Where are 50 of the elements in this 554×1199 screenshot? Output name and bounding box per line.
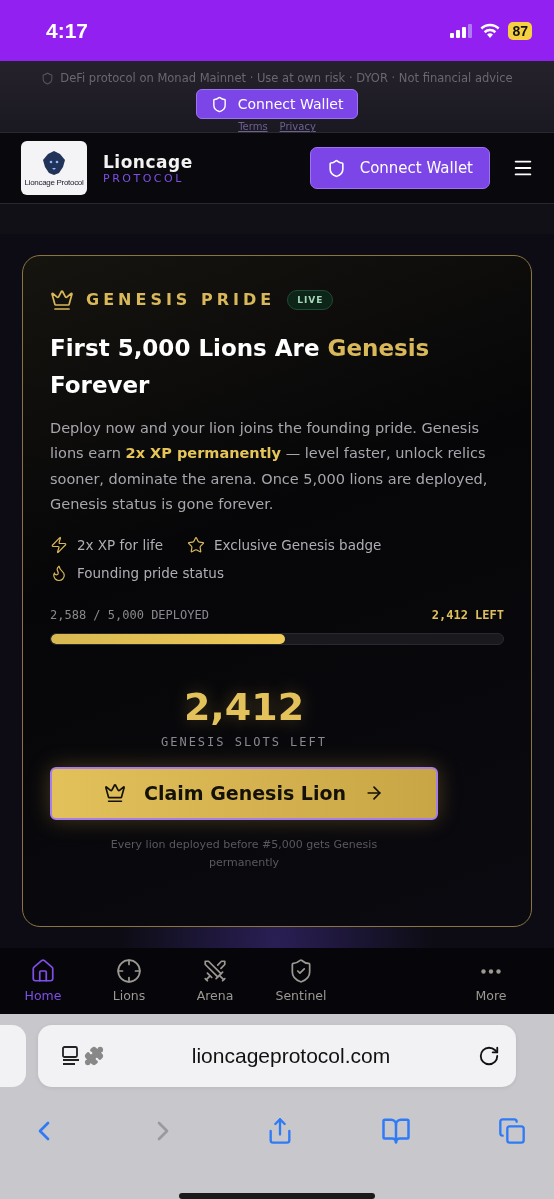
nav-tab[interactable]: More <box>448 958 534 1004</box>
deployed-count: 2,588 / 5,000 DEPLOYED <box>50 607 209 622</box>
live-badge: LIVE <box>287 289 334 310</box>
nav-tab[interactable]: Sentinel <box>258 958 344 1004</box>
connect-wallet-button[interactable]: Connect Wallet <box>309 147 490 190</box>
status-time: 4:17 <box>46 18 89 43</box>
lightning-icon <box>50 535 68 554</box>
address-bar[interactable]: lioncageprotocol.com <box>38 1025 516 1087</box>
perk-label: Exclusive Genesis badge <box>213 536 382 553</box>
logo[interactable]: Lioncage Protocol <box>21 141 87 196</box>
more-icon <box>481 969 501 975</box>
previous-tab[interactable] <box>0 1025 26 1087</box>
puzzle-icon <box>84 1046 104 1066</box>
shield-check-icon <box>288 958 314 985</box>
tabs-icon[interactable] <box>498 1117 526 1145</box>
disclaimer-text: DeFi protocol on Monad Mainnet · Use at own risk · DYOR · Not financial advice <box>60 71 513 86</box>
book-icon[interactable] <box>381 1116 411 1146</box>
url-text: lioncageprotocol.com <box>190 1044 392 1068</box>
logo-caption: Lioncage Protocol <box>24 177 84 187</box>
shield-icon <box>41 71 55 85</box>
slots-left-number: 2,412 <box>183 684 305 729</box>
crosshair-icon <box>116 958 142 985</box>
crown-icon <box>50 287 74 312</box>
connect-wallet-button[interactable]: Connect Wallet <box>195 89 359 120</box>
brand-name: Lioncage <box>103 151 194 172</box>
swords-icon <box>202 958 228 985</box>
star-icon <box>186 535 205 554</box>
card-eyebrow: GENESIS PRIDE <box>86 290 276 310</box>
left-count: 2,412 LEFT <box>431 607 504 622</box>
lion-icon <box>41 149 67 176</box>
shield-icon <box>210 95 228 113</box>
footnote: Every lion deployed before #5,000 gets Genesis permanently <box>109 836 379 871</box>
reload-icon[interactable] <box>478 1045 500 1067</box>
perk-label: 2x XP for life <box>77 536 163 553</box>
perk-label: Founding pride status <box>77 564 224 581</box>
claim-button[interactable]: Claim Genesis Lion <box>50 766 438 820</box>
slots-left-caption: GENESIS SLOTS LEFT <box>160 734 327 749</box>
shield-icon <box>326 158 346 178</box>
signal-icon <box>450 23 473 38</box>
crown-icon <box>103 782 126 805</box>
flame-icon <box>50 563 68 582</box>
brand-subtitle: PROTOCOL <box>103 171 184 185</box>
card-description: Deploy now and your lion joins the founding pride. Genesis lions earn 2x XP permanently — level faster, unlock relics sooner, dominate the arena. Once 5,000 lions are deployed, Genesis status is gone forever. <box>50 418 489 515</box>
wifi-icon <box>480 23 501 39</box>
card-title: First 5,000 Lions Are Genesis Forever <box>50 333 431 400</box>
home-icon <box>30 958 56 985</box>
nav-tab[interactable]: Home <box>0 958 86 1004</box>
nav-tab[interactable]: Lions <box>86 958 172 1004</box>
battery-level: 87 <box>508 21 532 40</box>
nav-tab[interactable]: Arena <box>172 958 258 1004</box>
